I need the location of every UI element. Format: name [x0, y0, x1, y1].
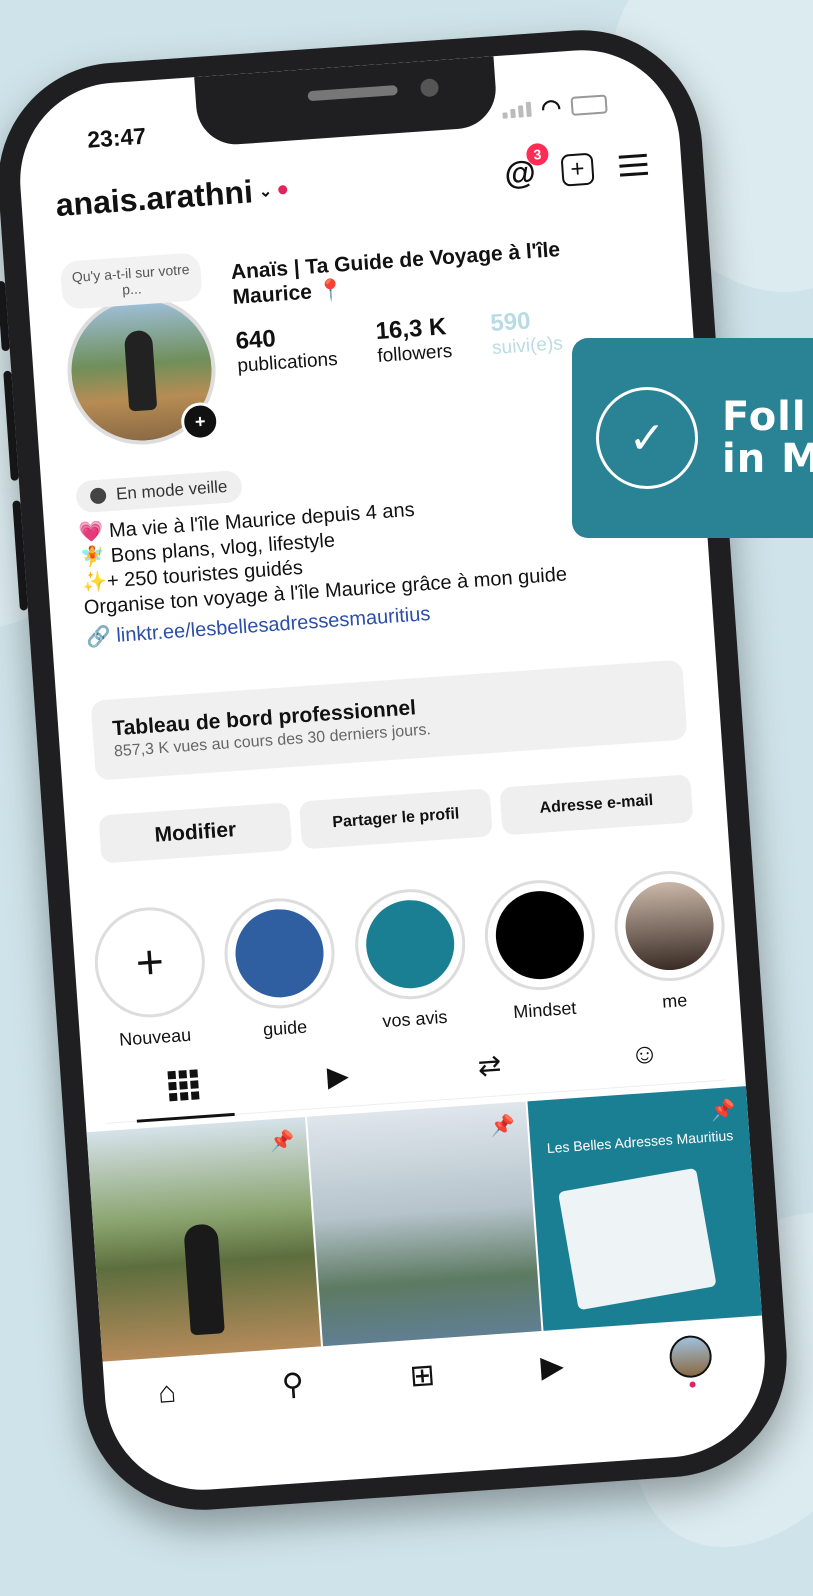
post-person — [183, 1223, 225, 1336]
share-profile-button[interactable]: Partager le profil — [298, 788, 493, 850]
reels-icon: ▶ — [326, 1059, 350, 1093]
highlight-label: vos avis — [381, 1006, 449, 1032]
tab-reposts[interactable]: ⇄ — [477, 1048, 503, 1083]
avatar-person — [123, 329, 158, 412]
stat-following[interactable]: 590 suivi(e)s — [489, 305, 563, 360]
instagram-screen: 23:47 ◠ anais.arathni ⌄ @ 3 + Qu'y a-t-i… — [13, 43, 772, 1497]
callout-text: Foll in M — [722, 396, 813, 480]
reels-icon[interactable]: ▶ — [539, 1348, 565, 1385]
signal-icon — [502, 101, 532, 119]
header-actions: @ 3 + — [503, 142, 649, 193]
menu-icon[interactable] — [618, 153, 649, 177]
tab-posts[interactable] — [167, 1069, 200, 1104]
threads-button[interactable]: @ 3 — [503, 142, 550, 193]
professional-dashboard[interactable]: Tableau de bord professionnel 857,3 K vu… — [90, 659, 688, 781]
search-icon[interactable]: ⚲ — [281, 1366, 305, 1402]
profile-avatar-icon[interactable] — [668, 1334, 713, 1388]
highlight-ring — [350, 885, 469, 1003]
username: anais.arathni — [54, 173, 254, 224]
post-thumbnail[interactable]: 📌 — [86, 1116, 322, 1362]
highlight-label: me — [661, 990, 688, 1012]
battery-icon — [570, 93, 608, 116]
notification-dot — [277, 184, 288, 195]
stat-label: suivi(e)s — [491, 333, 564, 359]
display-name: Anaïs | Ta Guide de Voyage à l'île Mauri… — [230, 238, 561, 310]
highlight-ring — [480, 876, 599, 994]
home-icon[interactable]: ⌂ — [157, 1376, 177, 1411]
grid-icon — [167, 1069, 200, 1102]
pin-icon: 📌 — [489, 1114, 516, 1139]
sleep-mode-label: En mode veille — [115, 476, 228, 504]
highlight-label: guide — [262, 1016, 308, 1040]
guide-book-image — [557, 1167, 717, 1311]
create-icon[interactable]: + — [560, 152, 595, 187]
post-thumbnail[interactable]: 📌 — [306, 1101, 542, 1347]
pin-icon: 📌 — [709, 1098, 737, 1123]
status-time: 23:47 — [86, 122, 147, 153]
profile-section: Qu'y a-t-il sur votre p... + Anaïs | Ta … — [59, 221, 652, 450]
highlight-me[interactable]: me — [610, 867, 731, 1015]
active-dot — [689, 1381, 696, 1388]
speaker — [306, 85, 398, 102]
stat-followers[interactable]: 16,3 K followers — [375, 313, 453, 368]
callout-line: in M — [722, 436, 813, 482]
create-icon[interactable]: ⊞ — [409, 1357, 437, 1394]
note-bubble[interactable]: Qu'y a-t-il sur votre p... — [59, 252, 203, 310]
story-highlights: + Nouveau guide vos avis Mindset me — [91, 867, 730, 1052]
highlight-label: Mindset — [512, 997, 577, 1023]
callout-line: Foll — [722, 394, 807, 440]
moon-icon — [89, 487, 107, 505]
notification-badge: 3 — [525, 142, 550, 167]
post-title: Les Belles Adresses Mauritius — [546, 1127, 734, 1157]
promo-callout: ✓ Foll in M — [572, 338, 813, 538]
repost-icon: ⇄ — [476, 1049, 503, 1082]
highlight-guide[interactable]: guide — [221, 894, 341, 1043]
account-switcher[interactable]: anais.arathni ⌄ — [55, 171, 289, 224]
highlight-ring — [221, 894, 339, 1013]
highlight-new[interactable]: + Nouveau — [91, 903, 211, 1052]
profile-header: anais.arathni ⌄ @ 3 + — [55, 142, 649, 224]
edit-profile-button[interactable]: Modifier — [98, 802, 293, 864]
camera — [419, 78, 439, 98]
highlight-mindset[interactable]: Mindset — [480, 876, 601, 1024]
plus-icon: + — [134, 934, 166, 990]
highlight-label: Nouveau — [118, 1024, 192, 1050]
highlight-cover — [362, 897, 457, 992]
pin-icon: 📌 — [269, 1129, 296, 1154]
tab-tagged[interactable]: ☺ — [629, 1037, 660, 1072]
post-thumbnail[interactable]: Les Belles Adresses Mauritius 📌 — [527, 1086, 762, 1331]
highlight-ring: + — [91, 903, 209, 1022]
highlight-cover — [492, 888, 587, 983]
checkmark-icon: ✓ — [596, 387, 698, 489]
highlight-cover — [232, 906, 327, 1001]
post-grid: 📌 📌 Les Belles Adresses Mauritius 📌 — [86, 1086, 762, 1362]
highlight-ring — [610, 867, 729, 985]
email-button[interactable]: Adresse e-mail — [499, 774, 694, 836]
stat-label: followers — [376, 340, 453, 368]
wifi-icon: ◠ — [540, 93, 563, 121]
profile-buttons: Modifier Partager le profil Adresse e-ma… — [98, 774, 694, 864]
link-icon: 🔗 — [85, 625, 112, 650]
tab-reels[interactable]: ▶ — [326, 1059, 350, 1093]
stat-publications[interactable]: 640 publications — [235, 321, 339, 378]
status-icons: ◠ — [501, 90, 608, 124]
highlight-reviews[interactable]: vos avis — [350, 885, 471, 1034]
chevron-down-icon: ⌄ — [258, 182, 273, 201]
add-story-icon[interactable]: + — [179, 401, 221, 442]
phone-mockup: 23:47 ◠ anais.arathni ⌄ @ 3 + Qu'y a-t-i… — [0, 22, 795, 1518]
highlight-cover — [622, 879, 717, 974]
profile-stats: 640 publications 16,3 K followers 590 su… — [235, 305, 564, 378]
avatar[interactable]: + — [62, 291, 221, 450]
sleep-mode-badge: En mode veille — [75, 469, 243, 514]
tagged-icon: ☺ — [629, 1037, 660, 1071]
